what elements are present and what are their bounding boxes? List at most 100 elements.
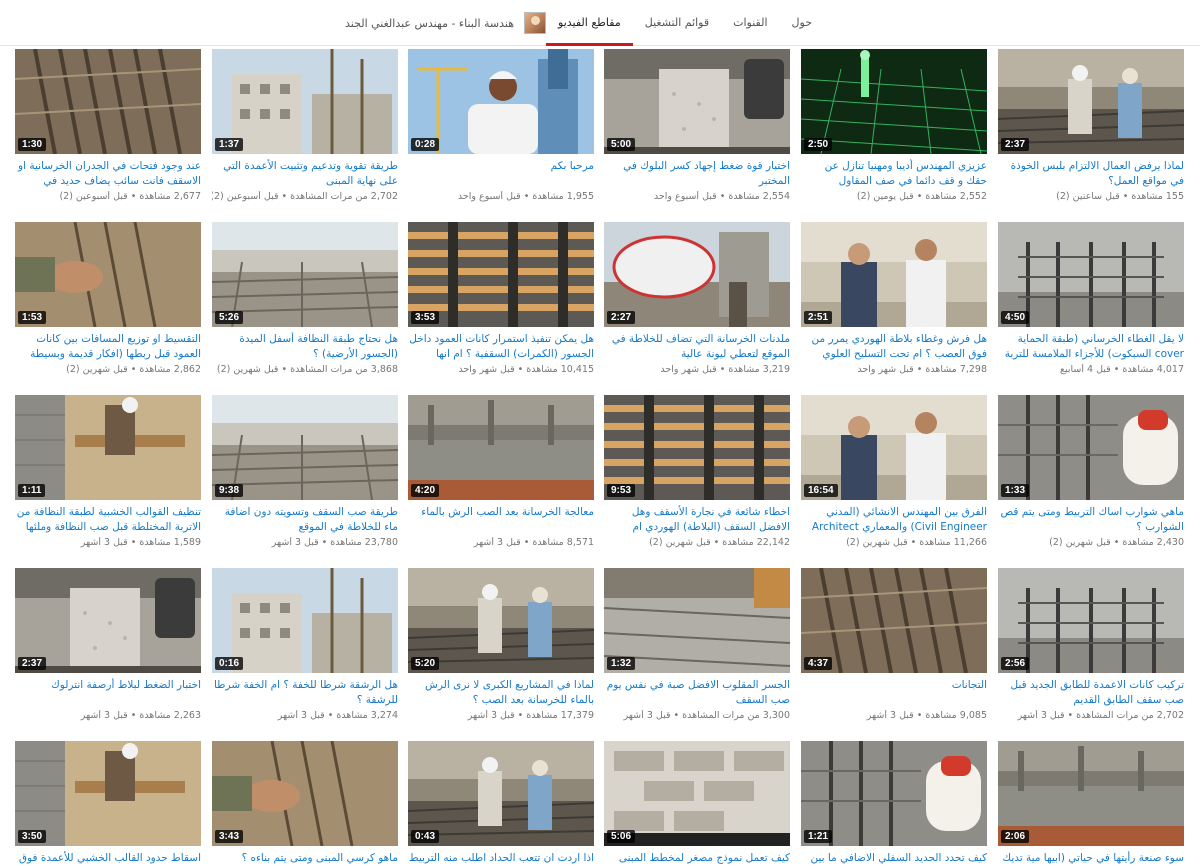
video-thumbnail[interactable]: 4:20 bbox=[408, 395, 594, 500]
video-title[interactable]: ماهي شوارب اساك التربيط ومتى يتم قص الشو… bbox=[998, 505, 1184, 535]
video-card[interactable]: 16:54 الفرق بين المهندس الانشائي (المدني … bbox=[801, 395, 987, 548]
video-title[interactable]: لماذا يرفض العمال الالتزام بلبس الخوذة ف… bbox=[998, 159, 1184, 189]
video-card[interactable]: 4:50 لا يقل الغطاء الخرساني (طبقة الحماية… bbox=[998, 222, 1184, 375]
video-thumbnail[interactable]: 1:37 bbox=[212, 49, 398, 154]
video-card[interactable]: 1:53 التقسيط او توزيع المسافات بين كانات … bbox=[15, 222, 201, 375]
video-title[interactable]: هل يمكن تنفيذ استمرار كانات العمود داخل … bbox=[408, 332, 594, 362]
video-card[interactable]: 9:38 طريقة صب السقف وتسويته دون اضافة ماء… bbox=[212, 395, 398, 548]
video-card[interactable]: 1:33 ماهي شوارب اساك التربيط ومتى يتم قص … bbox=[998, 395, 1184, 548]
video-title[interactable]: تركيب كانات الاعمدة للطابق الجديد قبل صب… bbox=[998, 678, 1185, 708]
video-card[interactable]: 2:37 لماذا يرفض العمال الالتزام بلبس الخو… bbox=[998, 49, 1184, 202]
video-title[interactable]: التقسيط او توزيع المسافات بين كانات العم… bbox=[15, 332, 201, 362]
video-thumbnail[interactable]: 1:30 bbox=[15, 49, 201, 154]
video-title[interactable]: ملدنات الخرسانة التي تضاف للخلاطة في الم… bbox=[604, 332, 790, 362]
video-card[interactable]: 5:06 كيف تعمل نموذج مصغر لمخطط المبنى (لت… bbox=[604, 741, 790, 866]
video-title[interactable]: عزيزي المهندس أديبا ومهنيا تنازل عن حقك … bbox=[801, 159, 987, 189]
video-title[interactable]: مرحبا بكم bbox=[408, 159, 594, 189]
channel-avatar[interactable] bbox=[524, 12, 547, 34]
video-thumbnail[interactable]: 16:54 bbox=[801, 395, 987, 500]
video-thumbnail[interactable]: 1:32 bbox=[604, 568, 790, 673]
video-title[interactable]: اختبار الضغط لبلاط أرصفة انترلوك bbox=[15, 678, 201, 708]
video-thumbnail[interactable]: 4:37 bbox=[801, 568, 987, 673]
video-card[interactable]: 5:26 هل نحتاج طبقة النظافة أسفل الميدة (ا… bbox=[212, 222, 398, 375]
video-title[interactable]: سوء صنعة رأيتها في حياتي (ابيها مية تديك bbox=[998, 851, 1185, 866]
video-thumbnail[interactable]: 2:50 bbox=[801, 49, 987, 154]
tab-videos[interactable]: مقاطع الفيديو bbox=[546, 0, 633, 46]
video-thumbnail[interactable]: 1:21 bbox=[801, 741, 987, 846]
video-title[interactable]: معالجة الخرسانة بعد الصب الرش بالماء bbox=[408, 505, 594, 535]
video-title[interactable]: الفرق بين المهندس الانشائي (المدني Civil… bbox=[801, 505, 987, 535]
video-card[interactable]: 1:32 الجسر المقلوب الافضل صبة في نفس يوم … bbox=[604, 568, 790, 721]
video-title[interactable]: اذا اردت ان تتعب الحداد اطلب منه التربيط… bbox=[408, 851, 594, 866]
video-title[interactable]: لماذا في المشاريع الكبرى لا نرى الرش بال… bbox=[408, 678, 594, 708]
video-card[interactable]: 2:06 سوء صنعة رأيتها في حياتي (ابيها مية … bbox=[998, 741, 1184, 866]
video-thumbnail[interactable]: 1:11 bbox=[15, 395, 201, 500]
channel-name[interactable]: هندسة البناء - مهندس عبدالغني الجند bbox=[345, 17, 514, 30]
video-meta: 11,266 مشاهدة • قبل شهرين (2) bbox=[846, 537, 987, 548]
video-card[interactable]: 2:37 اختبار الضغط لبلاط أرصفة انترلوك 2,26… bbox=[15, 568, 201, 721]
video-thumbnail[interactable]: 1:53 bbox=[15, 222, 201, 327]
video-title[interactable]: اخطاء شائعة في نجارة الأسقف وهل الافضل ا… bbox=[604, 505, 790, 535]
video-card[interactable]: 1:21 كيف تحدد الحديد السفلي الاضافي ما بي… bbox=[801, 741, 987, 866]
video-card[interactable]: 2:56 تركيب كانات الاعمدة للطابق الجديد قب… bbox=[998, 568, 1184, 721]
video-thumbnail[interactable]: 2:51 bbox=[801, 222, 987, 327]
video-title[interactable]: عند وجود فتحات في الجدران الخرسانية او ا… bbox=[15, 159, 201, 189]
video-card[interactable]: 4:37 التجانات 9,085 مشاهدة • قبل 3 أشهر bbox=[801, 568, 987, 721]
video-card[interactable]: 1:11 تنظيف القوالب الخشبية لطبقة النظافة … bbox=[15, 395, 201, 548]
video-duration: 3:50 bbox=[18, 830, 47, 843]
video-title[interactable]: هل فرش وغطاء بلاطة الهوردي يمرر من فوق ا… bbox=[801, 332, 987, 362]
video-thumbnail[interactable]: 3:53 bbox=[408, 222, 594, 327]
video-card[interactable]: 0:16 هل الرشقة شرطا للخفة ؟ ام الخفة شرطا… bbox=[212, 568, 398, 721]
video-title[interactable]: الجسر المقلوب الافضل صبة في نفس يوم صب ا… bbox=[604, 678, 790, 708]
video-thumbnail[interactable]: 0:28 bbox=[408, 49, 594, 154]
video-card[interactable]: 2:50 عزيزي المهندس أديبا ومهنيا تنازل عن … bbox=[801, 49, 987, 202]
video-thumbnail[interactable]: 0:43 bbox=[408, 741, 594, 846]
video-card[interactable]: 1:30 عند وجود فتحات في الجدران الخرسانية … bbox=[15, 49, 201, 202]
video-card[interactable]: 0:28 مرحبا بكم 1,955 مشاهدة • قبل أسبوع وا… bbox=[408, 49, 594, 202]
video-thumbnail[interactable]: 5:06 bbox=[604, 741, 790, 846]
video-thumbnail[interactable]: 2:27 bbox=[604, 222, 790, 327]
video-title[interactable]: كيف تحدد الحديد السفلي الاضافي ما بين ال… bbox=[801, 851, 987, 866]
tab-about[interactable]: حول bbox=[780, 0, 824, 46]
video-thumbnail[interactable]: 5:20 bbox=[408, 568, 594, 673]
video-card[interactable]: 9:53 اخطاء شائعة في نجارة الأسقف وهل الاف… bbox=[604, 395, 790, 548]
video-title[interactable]: التجانات bbox=[801, 678, 987, 708]
video-thumbnail[interactable]: 2:56 bbox=[998, 568, 1184, 673]
video-card[interactable]: 3:43 ماهو كرسي المبنى ومتى يتم بناءه ؟ bbox=[212, 741, 398, 866]
video-title[interactable]: لا يقل الغطاء الخرساني (طبقة الحماية cov… bbox=[998, 332, 1184, 362]
video-title[interactable]: تنظيف القوالب الخشبية لطبقة النظافة من ا… bbox=[15, 505, 201, 535]
video-thumbnail[interactable]: 2:06 bbox=[998, 741, 1184, 846]
video-title[interactable]: ماهو كرسي المبنى ومتى يتم بناءه ؟ bbox=[212, 851, 398, 866]
channel-header[interactable]: هندسة البناء - مهندس عبدالغني الجند bbox=[345, 12, 547, 34]
video-thumbnail[interactable]: 5:00 bbox=[604, 49, 790, 154]
video-card[interactable]: 3:50 اسقاط حدود القالب الخشبي للأعمدة فوق… bbox=[15, 741, 201, 866]
video-title[interactable]: كيف تعمل نموذج مصغر لمخطط المبنى (لتب bbox=[604, 851, 790, 866]
video-thumbnail[interactable]: 9:38 bbox=[212, 395, 398, 500]
video-thumbnail[interactable]: 4:50 bbox=[998, 222, 1184, 327]
video-card[interactable]: 5:20 لماذا في المشاريع الكبرى لا نرى الرش… bbox=[408, 568, 594, 721]
video-duration: 2:37 bbox=[18, 657, 47, 670]
video-thumbnail[interactable]: 5:26 bbox=[212, 222, 398, 327]
video-title[interactable]: طريقة تقوية وتدعيم وتثبيت الأعمدة التي ع… bbox=[212, 159, 398, 189]
video-thumbnail[interactable]: 3:43 bbox=[212, 741, 398, 846]
video-card[interactable]: 0:43 اذا اردت ان تتعب الحداد اطلب منه الت… bbox=[408, 741, 594, 866]
tab-channels[interactable]: القنوات bbox=[721, 0, 779, 46]
video-thumbnail[interactable]: 9:53 bbox=[604, 395, 790, 500]
video-title[interactable]: هل الرشقة شرطا للخفة ؟ ام الخفة شرطا للر… bbox=[212, 678, 398, 708]
video-title[interactable]: طريقة صب السقف وتسويته دون اضافة ماء للخ… bbox=[212, 505, 398, 535]
video-card[interactable]: 5:00 اختبار قوة ضغط إجهاد كسر البلوك في ا… bbox=[604, 49, 790, 202]
video-card[interactable]: 2:27 ملدنات الخرسانة التي تضاف للخلاطة في… bbox=[604, 222, 790, 375]
video-card[interactable]: 2:51 هل فرش وغطاء بلاطة الهوردي يمرر من ف… bbox=[801, 222, 987, 375]
video-title[interactable]: هل نحتاج طبقة النظافة أسفل الميدة (الجسو… bbox=[212, 332, 398, 362]
video-thumbnail[interactable]: 0:16 bbox=[212, 568, 398, 673]
video-title[interactable]: اسقاط حدود القالب الخشبي للأعمدة فوق الس… bbox=[15, 851, 201, 866]
video-card[interactable]: 4:20 معالجة الخرسانة بعد الصب الرش بالماء… bbox=[408, 395, 594, 548]
video-title[interactable]: اختبار قوة ضغط إجهاد كسر البلوك في المخت… bbox=[604, 159, 790, 189]
video-thumbnail[interactable]: 1:33 bbox=[998, 395, 1184, 500]
tab-playlists[interactable]: قوائم التشغيل bbox=[633, 0, 721, 46]
video-thumbnail[interactable]: 3:50 bbox=[15, 741, 201, 846]
video-card[interactable]: 1:37 طريقة تقوية وتدعيم وتثبيت الأعمدة ال… bbox=[212, 49, 398, 202]
video-thumbnail[interactable]: 2:37 bbox=[998, 49, 1184, 154]
video-thumbnail[interactable]: 2:37 bbox=[15, 568, 201, 673]
video-card[interactable]: 3:53 هل يمكن تنفيذ استمرار كانات العمود د… bbox=[408, 222, 594, 375]
